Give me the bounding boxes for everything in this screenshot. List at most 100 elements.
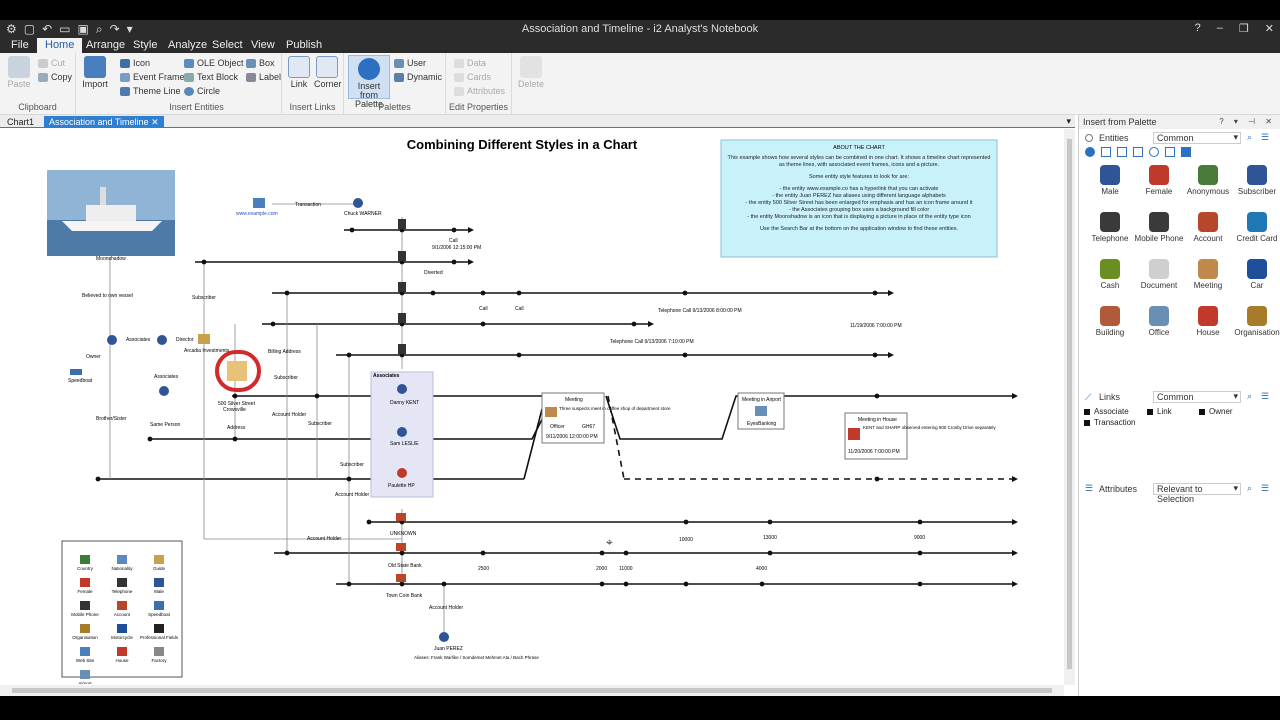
entities-search-icon[interactable]: ⌕ [1247,132,1252,143]
link-type-associate[interactable]: Associate [1084,407,1129,416]
filter-icon-boxes[interactable] [1117,147,1127,157]
link-button[interactable]: Link [287,56,311,89]
help-button[interactable]: ? [1195,22,1201,35]
link-type-owner[interactable]: Owner [1199,407,1233,416]
filter-icon-links[interactable] [1101,147,1111,157]
moonshadow-label: Moonshadow [96,256,126,262]
filter-icon-text[interactable] [1165,147,1175,157]
link-type-transaction[interactable]: Transaction [1084,418,1136,427]
legend-item-label: Web Site [76,658,95,663]
entities-menu-icon[interactable]: ☰ [1261,132,1269,143]
filter-icon-all[interactable] [1085,147,1095,157]
tab-chart1[interactable]: Chart1 [2,116,39,128]
theme-line-button[interactable]: Theme Line [120,86,181,96]
billing-address-label: Billing Address [268,349,301,355]
circle-button[interactable]: Circle [184,86,220,96]
attributes-button[interactable]: Attributes [454,86,505,96]
import-button[interactable]: Import [81,56,109,89]
palette-entity-document[interactable]: Document [1134,259,1184,290]
vertical-scroll-thumb[interactable] [1067,139,1072,669]
palette-entity-anonymous[interactable]: Anonymous [1183,165,1233,196]
attributes-search-icon[interactable]: ⌕ [1247,483,1252,494]
legend-item-label: Telephone [112,589,133,594]
filter-icon-frames[interactable] [1133,147,1143,157]
close-button[interactable]: ✕ [1265,22,1274,35]
palette-entity-female[interactable]: Female [1134,165,1184,196]
tab-home[interactable]: Home [37,38,83,53]
arcadia-label: Arcadia Investments [184,348,230,354]
corner-button[interactable]: Corner [314,56,342,89]
palette-entity-building[interactable]: Building [1085,306,1135,337]
tab-analyze[interactable]: Analyze [165,39,210,53]
example-link[interactable]: www.example.com [236,211,278,217]
danny-male-icon [397,384,407,394]
palette-entity-account[interactable]: Account [1183,212,1233,243]
ole-object-button[interactable]: OLE Object [184,58,244,68]
house-meeting-icon [848,428,860,440]
user-palette-button[interactable]: User [394,58,426,68]
palette-entity-meeting[interactable]: Meeting [1183,259,1233,290]
links-menu-icon[interactable]: ☰ [1261,391,1269,402]
dynamic-palette-button[interactable]: Dynamic [394,72,442,82]
restore-button[interactable]: ❐ [1239,22,1249,35]
chart-canvas[interactable]: Associates Moonshadow Believed to own ve… [2,129,1064,684]
horizontal-scrollbar[interactable] [0,685,1064,696]
palette-entity-credit-card[interactable]: Credit Card [1232,212,1280,243]
vertical-scrollbar[interactable] [1064,129,1075,685]
attributes-combo[interactable]: Relevant to Selection [1153,483,1241,504]
palette-entity-subscriber[interactable]: Subscriber [1232,165,1280,196]
clipboard-group: Paste Cut Copy Clipboard [0,53,76,115]
tab-publish[interactable]: Publish [283,39,325,53]
palette-entity-house[interactable]: House [1183,306,1233,337]
copy-button[interactable]: Copy [38,72,72,82]
edit-properties-group-label: Edit Properties [448,102,509,112]
tab-file[interactable]: File [8,39,32,53]
tab-view[interactable]: View [248,39,278,53]
cut-button[interactable]: Cut [38,58,65,68]
link-type-link[interactable]: Link [1147,407,1172,416]
links-combo[interactable]: Common [1153,391,1241,403]
attributes-menu-icon[interactable]: ☰ [1261,483,1269,494]
tab-close-icon[interactable]: ✕ [151,117,159,127]
palette-entity-telephone[interactable]: Telephone [1085,212,1135,243]
icon-button[interactable]: Icon [120,58,150,68]
palette-entity-male[interactable]: Male [1085,165,1135,196]
data-button[interactable]: Data [454,58,486,68]
filter-icon-circles[interactable] [1149,147,1159,157]
tab-arrange[interactable]: Arrange [83,39,128,53]
event-frame-button[interactable]: Event Frame [120,72,185,82]
cards-button[interactable]: Cards [454,72,491,82]
tab-association-and-timeline[interactable]: Association and Timeline ✕ [44,116,164,128]
label-button[interactable]: Label [246,72,281,82]
minimize-button[interactable]: – [1217,22,1223,35]
transaction-type-label: Transaction [1094,418,1136,427]
palette-entity-label: Mobile Phone [1134,234,1184,243]
tab-select[interactable]: Select [209,39,246,53]
gh67-label: GH67 [582,424,595,430]
palette-entity-cash[interactable]: Cash [1085,259,1135,290]
palette-entity-organisation[interactable]: Organisation [1232,306,1280,337]
palette-icon [358,58,380,80]
user-label: User [407,58,427,68]
associate-male-icon [159,386,169,396]
paste-button[interactable]: Paste [6,56,32,89]
entities-combo[interactable]: Common [1153,132,1241,144]
links-search-icon[interactable]: ⌕ [1247,391,1252,402]
palette-entity-mobile-phone[interactable]: Mobile Phone [1134,212,1184,243]
horizontal-scroll-thumb[interactable] [12,688,1052,693]
insert-from-palette-button[interactable]: Insert from Palette [348,55,390,109]
text-block-button[interactable]: Text Block [184,72,238,82]
tab-style[interactable]: Style [130,39,160,53]
subscriber-label-4: Subscriber [340,462,364,468]
palette-entity-office[interactable]: Office [1134,306,1184,337]
chart-drawing[interactable]: Associates Moonshadow Believed to own ve… [2,129,1064,684]
anonymous-icon [1198,165,1218,185]
about-heading: ABOUT THE CHART [833,145,885,151]
palette-entity-car[interactable]: Car [1232,259,1280,290]
tab-list-dropdown-icon[interactable]: ▾ [1066,116,1071,127]
panel-controls[interactable]: ? ▾ ⊣ ✕ [1219,117,1276,126]
delete-button[interactable]: Delete [518,56,544,89]
crowsville-label: Crowsville [223,407,246,413]
box-button[interactable]: Box [246,58,275,68]
filter-icon-pictures[interactable] [1181,147,1191,157]
